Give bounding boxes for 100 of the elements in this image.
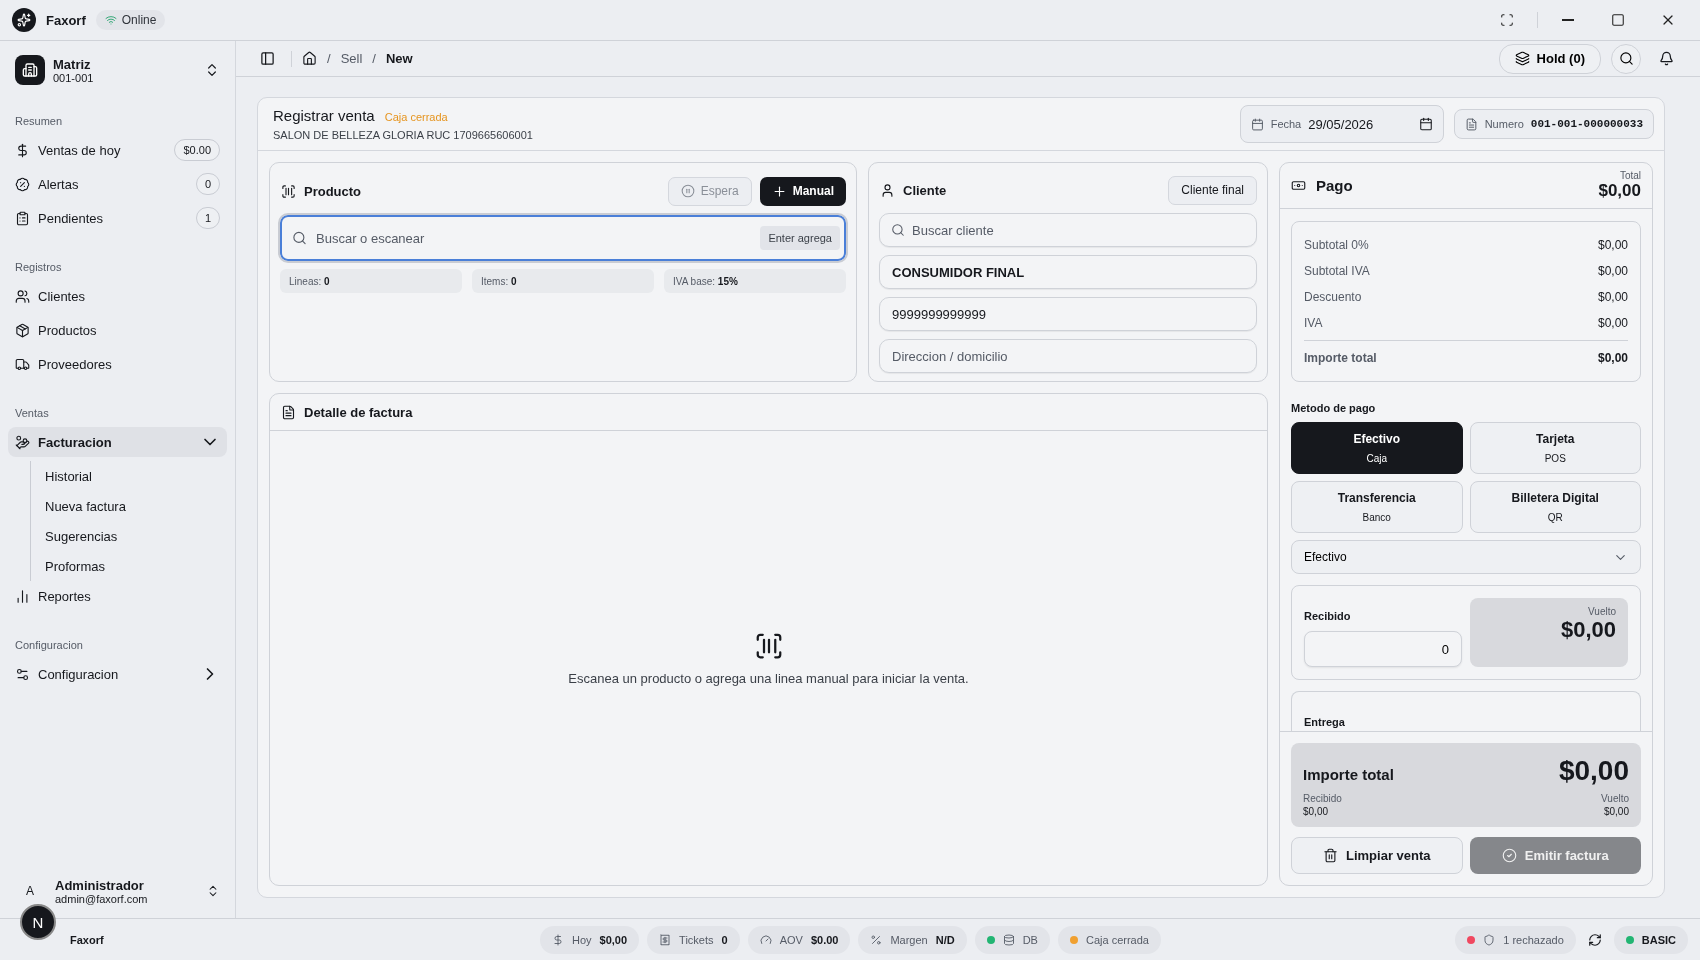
stat-value: N/D bbox=[935, 933, 955, 946]
stat-value: 0 bbox=[511, 275, 517, 287]
clipboard-icon bbox=[15, 210, 30, 226]
plus-icon bbox=[771, 183, 787, 199]
users-icon bbox=[15, 288, 30, 304]
client-search-field[interactable]: Buscar cliente bbox=[879, 213, 1257, 247]
stat-value: 15% bbox=[717, 275, 738, 287]
shield-icon bbox=[1483, 933, 1496, 946]
nav-item[interactable]: Ventas de hoy $0.00 bbox=[8, 135, 227, 165]
percent-icon bbox=[870, 933, 883, 946]
stat-value: 0 bbox=[721, 933, 728, 946]
manual-button[interactable]: Manual bbox=[759, 176, 846, 206]
total-line-value: $0,00 bbox=[1597, 264, 1628, 278]
summary-amount: $0,00 bbox=[1558, 755, 1629, 787]
nav-item[interactable]: Pendientes 1 bbox=[8, 203, 227, 233]
total-line-label: Importe total bbox=[1304, 351, 1377, 365]
total-amount: $0,00 bbox=[1598, 181, 1641, 201]
number-field[interactable]: Numero 001-001-000000033 bbox=[1453, 109, 1654, 139]
sidebar-toggle-icon[interactable] bbox=[260, 51, 275, 66]
stat-label: AOV bbox=[779, 933, 803, 946]
total-line-label: Subtotal 0% bbox=[1304, 238, 1369, 252]
sub-nav-item[interactable]: Nueva factura bbox=[45, 491, 227, 521]
nav-item[interactable]: Configuracion bbox=[8, 659, 227, 689]
sliders-icon bbox=[15, 666, 30, 682]
panel-title: Cliente bbox=[903, 182, 948, 198]
summary-sub-label: Recibido bbox=[1303, 793, 1342, 804]
wifi-icon bbox=[104, 14, 117, 26]
total-line-value: $0,00 bbox=[1597, 316, 1628, 330]
payment-method-button[interactable]: Tarjeta POS bbox=[1469, 422, 1641, 474]
user-icon bbox=[880, 182, 895, 198]
payment-method-button[interactable]: Transferencia Banco bbox=[1291, 481, 1463, 533]
stat-value: $0,00 bbox=[599, 933, 628, 946]
sub-nav-item[interactable]: Sugerencias bbox=[45, 521, 227, 551]
address-field[interactable]: Direccion / domicilio bbox=[879, 339, 1257, 373]
nav-item[interactable]: Proveedores bbox=[8, 349, 227, 379]
total-line-label: IVA bbox=[1304, 316, 1323, 330]
receipt-icon bbox=[659, 933, 672, 946]
status-label: 1 rechazado bbox=[1503, 933, 1564, 946]
panel-title: Producto bbox=[304, 183, 363, 199]
dollar-icon bbox=[552, 933, 564, 946]
breadcrumb-item[interactable]: Sell bbox=[340, 51, 363, 66]
bell-icon[interactable] bbox=[1659, 51, 1674, 66]
company-info: SALON DE BELLEZA GLORIA RUC 1709665606001 bbox=[273, 129, 534, 141]
panel-title: Pago bbox=[1316, 177, 1354, 194]
stat-label: Items: bbox=[481, 275, 509, 287]
barcode-icon bbox=[281, 183, 296, 199]
layers-icon bbox=[1514, 51, 1530, 66]
app-name: Faxorf bbox=[69, 933, 105, 946]
database-icon bbox=[1002, 933, 1015, 946]
search-icon bbox=[292, 230, 307, 246]
count-badge: 1 bbox=[195, 207, 220, 229]
plan-label: BASIC bbox=[1641, 933, 1676, 946]
summary-sub-value: $0,00 bbox=[1603, 806, 1629, 817]
refresh-icon[interactable] bbox=[1587, 932, 1602, 947]
change-box: Vuelto $0,00 bbox=[1470, 598, 1628, 667]
client-id-field[interactable]: 9999999999999 bbox=[879, 297, 1257, 331]
stat-label: Tickets bbox=[679, 933, 714, 946]
percent-badge-icon bbox=[15, 176, 30, 192]
field-label: Numero bbox=[1484, 118, 1524, 130]
banknote-icon bbox=[1291, 178, 1306, 193]
received-input[interactable]: 0 bbox=[1304, 631, 1462, 667]
sub-nav-item[interactable]: Historial bbox=[45, 461, 227, 491]
dollar-icon bbox=[15, 142, 30, 158]
hand-coins-icon bbox=[15, 434, 30, 450]
payment-method-button[interactable]: Billetera Digital QR bbox=[1469, 481, 1641, 533]
client-name-field[interactable]: CONSUMIDOR FINAL bbox=[879, 255, 1257, 289]
bar-chart-icon bbox=[15, 588, 30, 604]
truck-icon bbox=[15, 356, 30, 372]
payment-method-button[interactable]: Efectivo Caja bbox=[1291, 422, 1463, 474]
home-icon bbox=[302, 51, 317, 66]
status-label: Caja cerrada bbox=[1085, 933, 1149, 946]
nav-item[interactable]: Reportes bbox=[8, 581, 227, 611]
panel-title: Detalle de factura bbox=[304, 404, 413, 420]
nav-item[interactable]: Alertas 0 bbox=[8, 169, 227, 199]
breadcrumb-separator: / bbox=[372, 51, 376, 66]
nav-item[interactable]: Clientes bbox=[8, 281, 227, 311]
total-line-label: Descuento bbox=[1304, 290, 1362, 304]
search-button[interactable] bbox=[1611, 43, 1641, 74]
document-icon bbox=[1464, 117, 1478, 131]
gauge-icon bbox=[759, 933, 772, 946]
app-name: Faxorf bbox=[46, 12, 86, 28]
nav-item[interactable]: Facturacion bbox=[8, 427, 227, 457]
stat-label: IVA base: bbox=[673, 275, 716, 287]
calendar-icon bbox=[1418, 117, 1433, 131]
nav-item[interactable]: Productos bbox=[8, 315, 227, 345]
search-icon bbox=[891, 223, 905, 237]
calendar-icon bbox=[1250, 117, 1264, 131]
sub-nav-item[interactable]: Proformas bbox=[45, 551, 227, 581]
final-client-button[interactable]: Cliente final bbox=[1168, 175, 1257, 205]
date-field[interactable]: Fecha 29/05/2026 bbox=[1239, 105, 1444, 143]
page-title: Registrar venta bbox=[273, 107, 375, 124]
branch-name: Matriz bbox=[53, 56, 92, 72]
total-line-value: $0,00 bbox=[1597, 290, 1628, 304]
method-select[interactable]: Efectivo bbox=[1291, 540, 1641, 574]
key-hint: Enter agrega bbox=[760, 226, 840, 250]
clear-sale-button[interactable]: Limpiar venta bbox=[1291, 837, 1463, 874]
status-label: DB bbox=[1022, 933, 1038, 946]
trash-icon bbox=[1323, 848, 1338, 863]
method-label: Metodo de pago bbox=[1291, 402, 1377, 414]
hold-button[interactable]: Hold (0) bbox=[1498, 43, 1601, 74]
